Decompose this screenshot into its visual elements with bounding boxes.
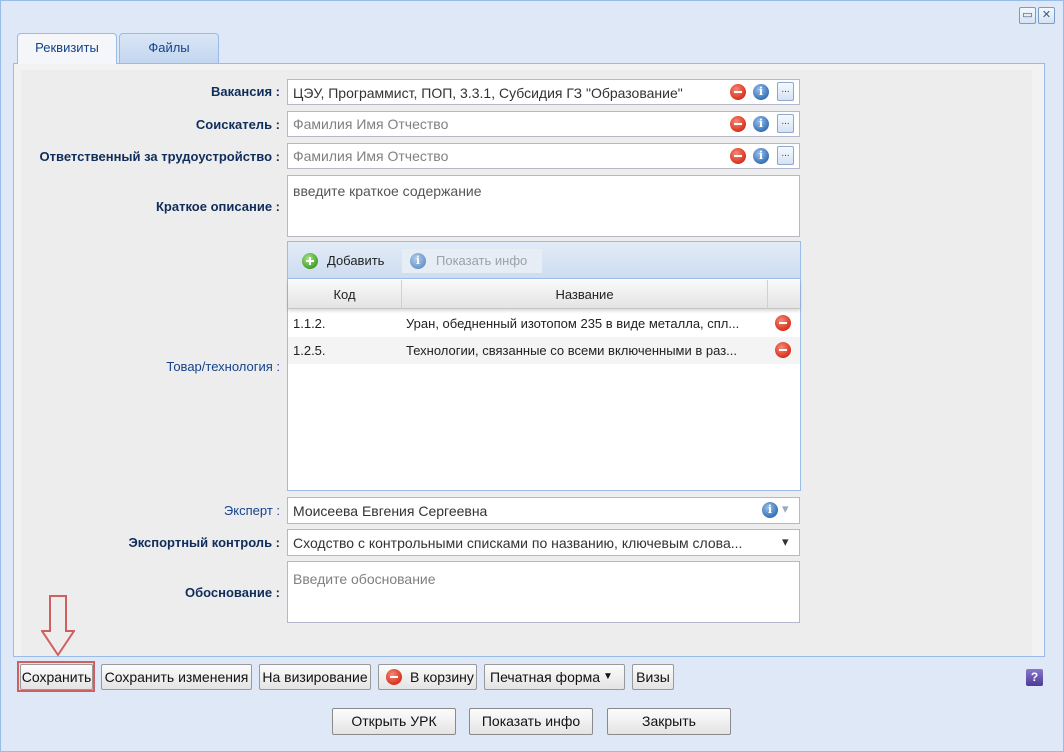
tab-files[interactable]: Файлы [119,33,219,63]
table-row[interactable]: 1.1.2. Уран, обедненный изотопом 235 в в… [288,310,800,337]
show-info-button[interactable]: Показать инфо [469,708,593,735]
down-arrow-annotation-icon [41,595,75,657]
add-goods-button[interactable]: Добавить [300,249,396,273]
expert-info-icon[interactable]: i [762,502,778,518]
tab-requisites[interactable]: Реквизиты [17,33,117,64]
clear-vacancy-icon[interactable] [730,84,746,100]
applicant-select-button[interactable]: ... [777,114,794,133]
export-control-dropdown-icon[interactable]: ▾ [782,534,789,550]
vacancy-label: Вакансия : [211,84,280,99]
goods-grid: Добавить i Показать инфо Код Название 1.… [287,241,801,491]
expert-label: Эксперт : [223,503,280,518]
save-changes-button[interactable]: Сохранить изменения [101,664,252,690]
to-approval-button[interactable]: На визирование [259,664,371,690]
responsible-info-icon[interactable]: i [753,148,769,164]
responsible-select-button[interactable]: ... [777,146,794,165]
chevron-down-icon: ▼ [603,671,613,682]
justification-placeholder: Введите обоснование [293,571,436,587]
applicant-placeholder: Фамилия Имя Отчество [293,116,449,132]
show-info-goods-button[interactable]: i Показать инфо [402,249,542,273]
summary-label: Краткое описание : [155,199,280,214]
summary-placeholder: введите краткое содержание [293,183,482,199]
row-code: 1.2.5. [293,343,326,358]
to-trash-button[interactable]: В корзину [378,664,477,690]
responsible-placeholder: Фамилия Имя Отчество [293,148,449,164]
responsible-field[interactable]: Фамилия Имя Отчество [287,143,800,169]
export-control-select[interactable]: Сходство с контрольными списками по назв… [287,529,800,556]
remove-row-icon[interactable] [775,315,791,331]
print-form-button[interactable]: Печатная форма ▼ [484,664,625,690]
applicant-label: Соискатель : [195,117,280,132]
close-button[interactable]: Закрыть [607,708,731,735]
add-goods-label: Добавить [327,253,385,268]
goods-grid-toolbar: Добавить i Показать инфо [288,242,800,279]
table-row[interactable]: 1.2.5. Технологии, связанные со всеми вк… [288,337,800,364]
show-info-goods-label: Показать инфо [436,253,528,268]
responsible-label: Ответственный за трудоустройство : [39,149,280,164]
visas-button[interactable]: Визы [632,664,674,690]
column-name[interactable]: Название [402,280,768,309]
vacancy-field[interactable]: ЦЭУ, Программист, ПОП, 3.3.1, Субсидия Г… [287,79,800,105]
applicant-field[interactable]: Фамилия Имя Отчество [287,111,800,137]
applicant-info-icon[interactable]: i [753,116,769,132]
to-trash-label: В корзину [410,669,474,685]
save-button[interactable]: Сохранить [20,664,93,690]
clear-responsible-icon[interactable] [730,148,746,164]
help-icon[interactable]: ? [1026,669,1043,686]
vacancy-value: ЦЭУ, Программист, ПОП, 3.3.1, Субсидия Г… [293,85,683,101]
print-form-label: Печатная форма [490,669,601,685]
expert-field[interactable]: Моисеева Евгения Сергеевна [287,497,800,524]
clear-applicant-icon[interactable] [730,116,746,132]
restore-window-icon[interactable]: ▭ [1019,7,1036,24]
vacancy-info-icon[interactable]: i [753,84,769,100]
justification-textarea[interactable]: Введите обоснование [287,561,800,623]
remove-row-icon[interactable] [775,342,791,358]
export-control-value: Сходство с контрольными списками по назв… [293,535,743,551]
export-control-label: Экспортный контроль : [128,535,280,550]
row-name: Уран, обедненный изотопом 235 в виде мет… [406,316,740,331]
summary-textarea[interactable]: введите краткое содержание [287,175,800,237]
row-name: Технологии, связанные со всеми включенны… [406,343,737,358]
add-icon [302,253,318,269]
trash-icon [386,669,402,685]
column-code[interactable]: Код [288,280,402,309]
info-icon: i [410,253,426,269]
close-window-icon[interactable]: ✕ [1038,7,1055,24]
vacancy-select-button[interactable]: ... [777,82,794,101]
dialog-window: ▭ ✕ Реквизиты Файлы Вакансия : Соискател… [0,0,1064,752]
expert-dropdown-icon[interactable]: ▾ [782,501,789,517]
goods-label: Товар/технология : [166,359,280,374]
expert-value: Моисеева Евгения Сергеевна [293,503,488,519]
open-urk-button[interactable]: Открыть УРК [332,708,456,735]
goods-grid-header: Код Название [288,280,800,309]
row-code: 1.1.2. [293,316,326,331]
justification-label: Обоснование : [185,585,280,600]
